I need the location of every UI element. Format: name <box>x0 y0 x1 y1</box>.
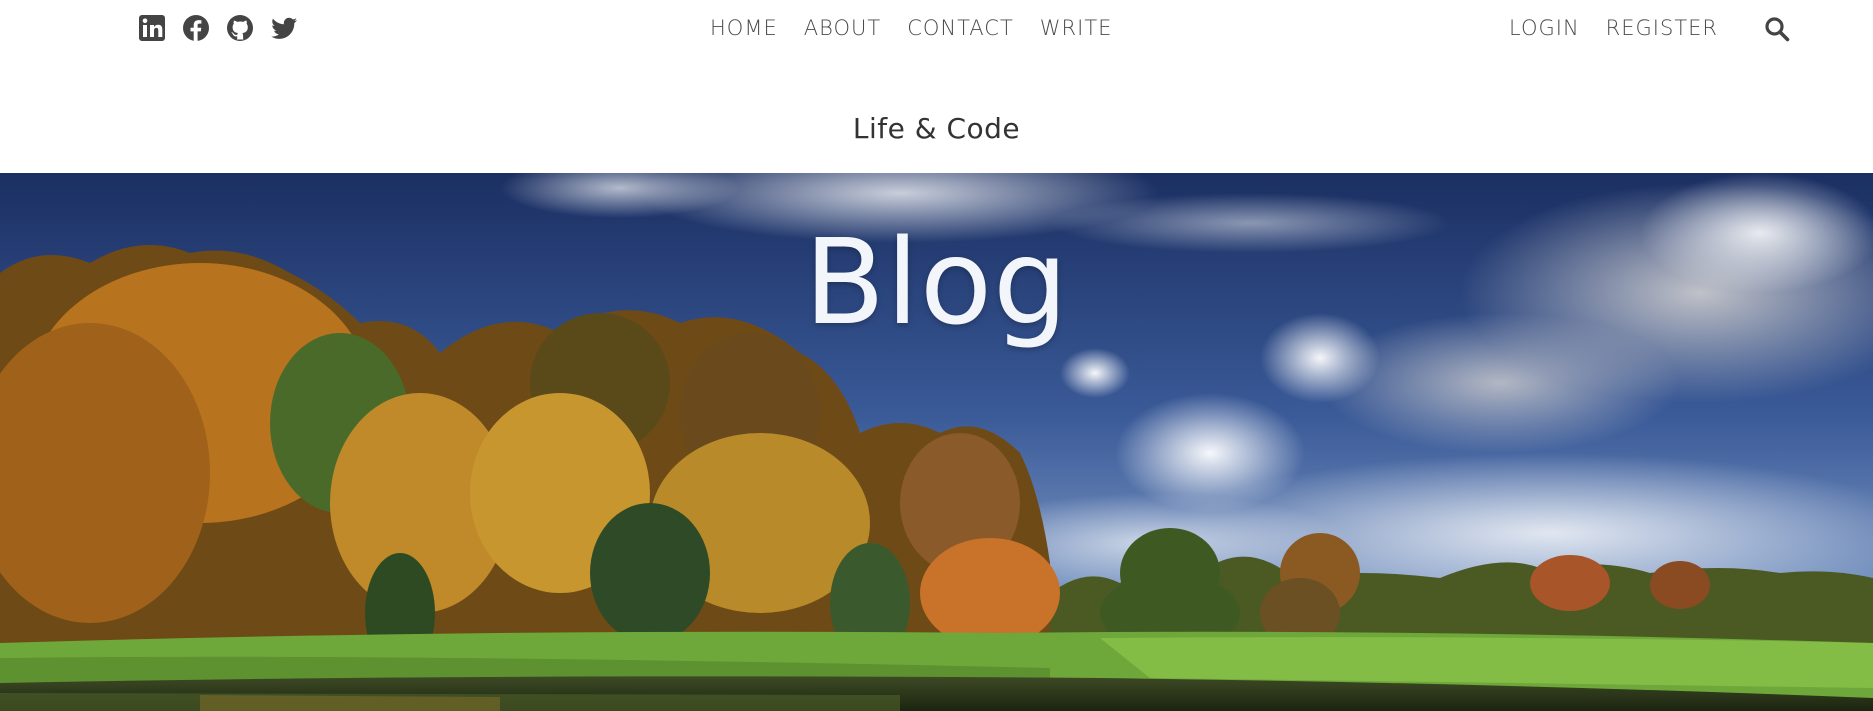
site-title: Life & Code <box>852 112 1021 145</box>
search-icon[interactable] <box>1764 16 1790 42</box>
nav-write-link[interactable]: WRITE <box>1040 14 1113 42</box>
linkedin-icon[interactable] <box>138 14 166 42</box>
nav-contact-link[interactable]: CONTACT <box>907 14 1014 42</box>
top-navbar: HOME ABOUT CONTACT WRITE LOGIN REGISTER <box>0 0 1873 58</box>
facebook-icon[interactable] <box>182 14 210 42</box>
nav-home-link[interactable]: HOME <box>710 14 778 42</box>
social-links <box>138 14 298 42</box>
hero-title: Blog <box>804 213 1069 351</box>
account-nav: LOGIN REGISTER <box>1509 14 1718 42</box>
github-icon[interactable] <box>226 14 254 42</box>
main-nav: HOME ABOUT CONTACT WRITE <box>710 14 1112 42</box>
register-link[interactable]: REGISTER <box>1606 14 1718 42</box>
login-link[interactable]: LOGIN <box>1509 14 1580 42</box>
hero-banner: Blog <box>0 173 1873 711</box>
nav-about-link[interactable]: ABOUT <box>804 14 881 42</box>
twitter-icon[interactable] <box>270 14 298 42</box>
